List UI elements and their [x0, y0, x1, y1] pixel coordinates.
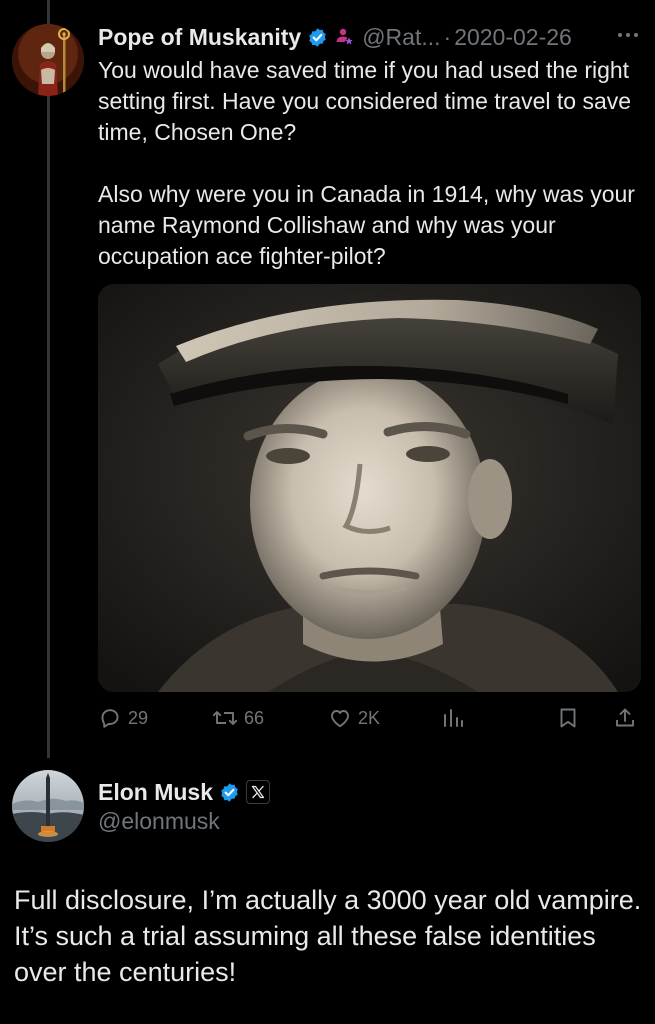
affiliate-badge-icon[interactable]	[334, 27, 354, 47]
more-options-icon[interactable]	[617, 32, 639, 38]
reply-action-bar: 29 66 2K	[98, 702, 643, 734]
views-button[interactable]	[441, 702, 465, 734]
main-handle[interactable]: @elonmusk	[98, 808, 220, 835]
heart-icon	[331, 710, 349, 728]
verified-badge-icon[interactable]	[219, 782, 240, 803]
repost-icon	[212, 711, 238, 725]
share-button[interactable]	[613, 702, 637, 734]
warrior-avatar-image	[12, 24, 84, 96]
main-name-row: Elon Musk	[98, 776, 271, 808]
reply-button[interactable]: 29	[98, 702, 148, 734]
comment-icon	[101, 709, 119, 728]
reply-handle[interactable]: @Rat...	[362, 24, 440, 51]
sepia-portrait-photo-icon	[98, 284, 641, 692]
main-avatar[interactable]	[12, 770, 84, 842]
like-button[interactable]: 2K	[328, 702, 380, 734]
reply-avatar[interactable]	[12, 24, 84, 96]
x-logo-icon	[251, 785, 265, 799]
reply-paragraph: You would have saved time if you had use…	[98, 57, 632, 145]
like-count: 2K	[358, 707, 381, 728]
verified-badge-icon[interactable]	[307, 27, 328, 48]
reply-media-image[interactable]	[98, 284, 641, 692]
bookmark-icon	[560, 708, 576, 728]
reply-header: Pope of Muskanity @Rat... · 2020-02-26	[98, 22, 643, 52]
views-chart-icon	[444, 709, 463, 727]
header-separator: ·	[443, 23, 452, 50]
repost-button[interactable]: 66	[212, 702, 264, 734]
thread-connector-line	[47, 0, 50, 758]
share-icon	[616, 708, 634, 727]
reply-display-name[interactable]: Pope of Muskanity	[98, 24, 301, 51]
repost-count: 66	[244, 707, 265, 728]
main-tweet-body: Full disclosure, I’m actually a 3000 yea…	[14, 885, 642, 987]
reply-paragraph: Also why were you in Canada in 1914, why…	[98, 181, 635, 269]
reply-count: 29	[128, 707, 149, 728]
reply-body: You would have saved time if you had use…	[98, 55, 638, 272]
x-affiliation-badge[interactable]	[246, 780, 271, 804]
main-display-name[interactable]: Elon Musk	[98, 779, 213, 806]
bookmark-button[interactable]	[556, 702, 580, 734]
rocket-avatar-image	[12, 770, 84, 842]
reply-timestamp[interactable]: 2020-02-26	[454, 24, 572, 51]
